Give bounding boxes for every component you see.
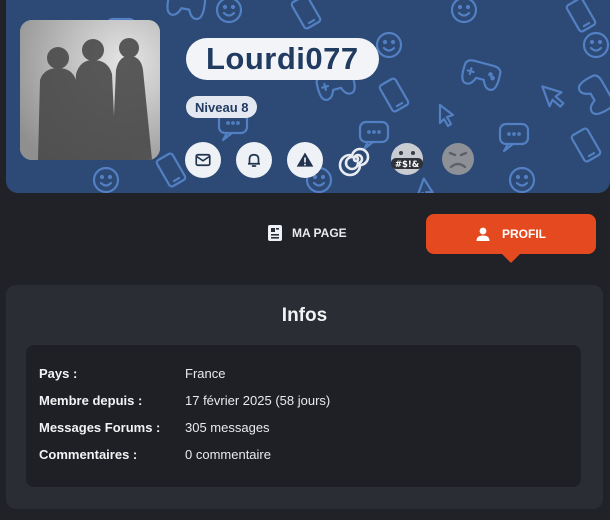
- page-icon: [268, 225, 282, 241]
- info-value: France: [185, 366, 226, 381]
- info-label: Pays :: [39, 366, 78, 381]
- info-label: Commentaires :: [39, 447, 138, 462]
- avatar[interactable]: [20, 20, 160, 160]
- level-label: Niveau 8: [195, 99, 249, 115]
- infos-list: Pays : France Membre depuis : 17 février…: [26, 345, 581, 487]
- sad-face-badge-icon[interactable]: [440, 141, 476, 177]
- notification-button[interactable]: [236, 142, 272, 178]
- info-value: 305 messages: [185, 420, 270, 435]
- info-label: Membre depuis :: [39, 393, 143, 408]
- censored-swear-badge-icon[interactable]: #$!&: [389, 141, 425, 177]
- tab-profil-label: PROFIL: [502, 227, 546, 241]
- profile-tabs: MA PAGE PROFIL: [0, 213, 610, 263]
- info-value: 0 commentaire: [185, 447, 271, 462]
- tab-ma-page[interactable]: MA PAGE: [256, 213, 416, 253]
- username: Lourdi077: [206, 41, 359, 76]
- message-button[interactable]: [185, 142, 221, 178]
- report-button[interactable]: [287, 142, 323, 178]
- tab-profil[interactable]: PROFIL: [426, 214, 596, 263]
- user-icon: [476, 227, 490, 241]
- info-value: 17 février 2025 (58 jours): [185, 393, 331, 408]
- infos-card: Infos Pays : France Membre depuis : 17 f…: [6, 285, 603, 509]
- avatar-silhouette-image: [20, 20, 160, 160]
- info-label: Messages Forums :: [39, 420, 161, 435]
- profile-banner: Lourdi077 Niveau 8 #$!&: [6, 0, 610, 193]
- tab-ma-page-label: MA PAGE: [292, 226, 347, 240]
- warning-icon: [296, 152, 314, 167]
- bell-icon: [248, 153, 260, 167]
- level-badge: Niveau 8: [186, 96, 258, 118]
- spiral-badge-icon[interactable]: [338, 141, 374, 177]
- username-badge: Lourdi077: [186, 38, 379, 80]
- infos-title: Infos: [281, 305, 328, 326]
- envelope-icon: [195, 153, 211, 167]
- svg-text:#$!&: #$!&: [395, 160, 420, 170]
